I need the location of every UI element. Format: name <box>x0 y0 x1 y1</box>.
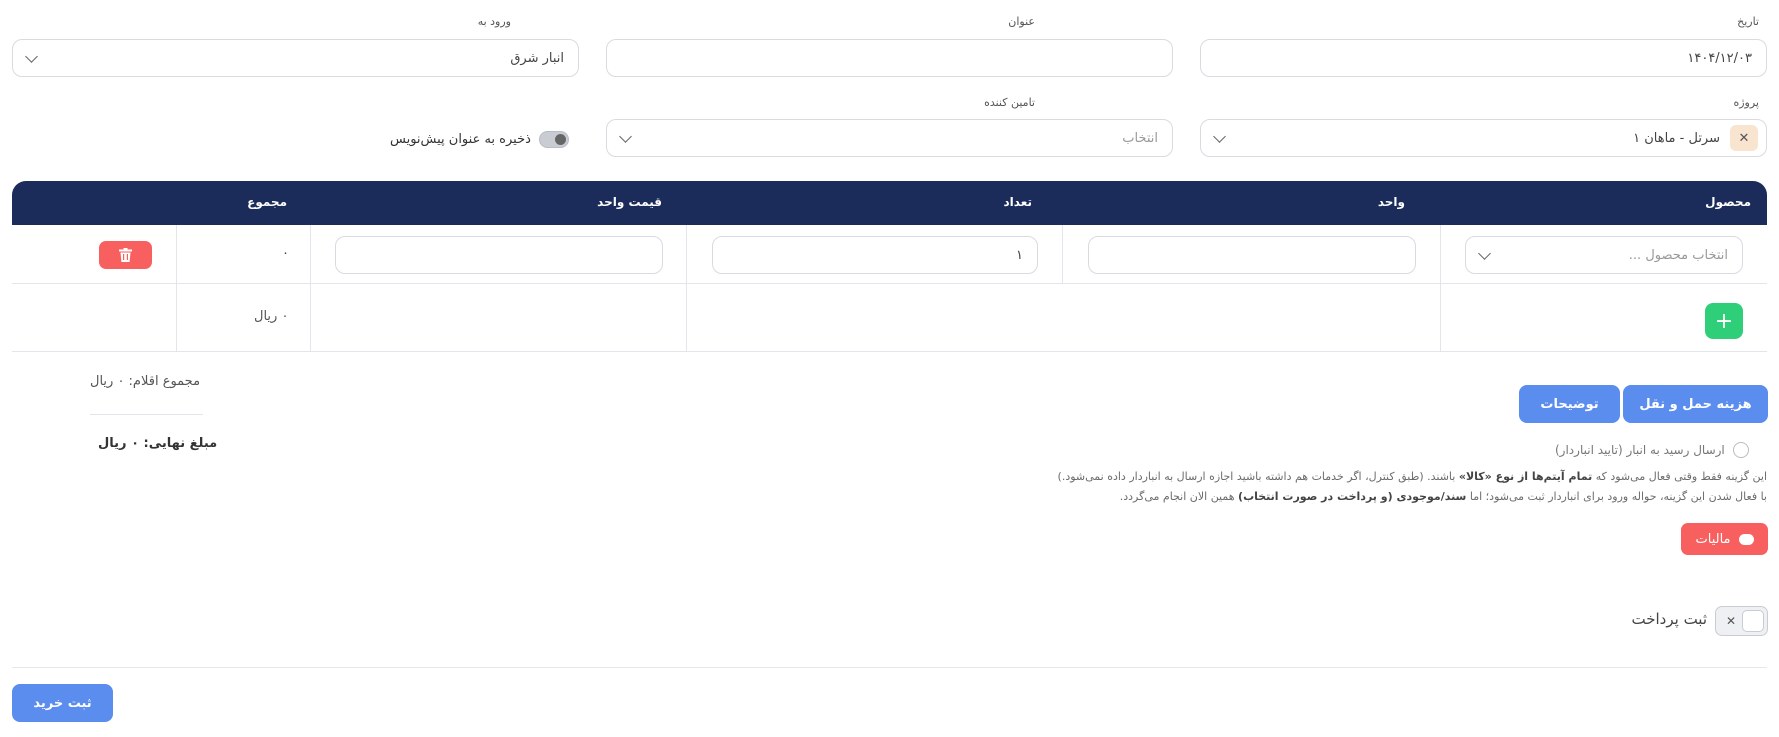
description-button[interactable]: توضیحات <box>1519 385 1620 423</box>
receipt-label: ارسال رسید به انبار (تایید انباردار) <box>1555 443 1725 457</box>
row-total: ۰ <box>282 246 289 261</box>
trash-icon <box>119 248 132 262</box>
payment-label: ثبت پرداخت <box>1631 610 1708 628</box>
shipping-button[interactable]: هزینه حمل و نقل <box>1623 385 1768 423</box>
final-amount: مبلغ نهایی: ۰ ریال <box>98 436 218 451</box>
draft-toggle-group[interactable]: ذخیره به عنوان پیش‌نویس <box>390 131 569 148</box>
entry-label: ورود به <box>477 15 511 28</box>
date-value: ۱۴۰۴/۱۲/۰۳ <box>1687 50 1752 66</box>
unit-input[interactable] <box>1088 236 1416 274</box>
header-unit-price: قیمت واحد <box>597 195 662 209</box>
summary-divider <box>90 414 203 415</box>
footer-total: ۰ ریال <box>254 309 289 324</box>
toggle-knob <box>1742 610 1764 632</box>
header-unit: واحد <box>1377 195 1405 209</box>
project-select[interactable]: ✕ سرتل - ماهان ۱ <box>1200 119 1767 157</box>
product-placeholder: انتخاب محصول ... <box>1628 247 1728 263</box>
title-label: عنوان <box>1008 15 1035 28</box>
add-row-button[interactable]: + <box>1705 303 1743 339</box>
project-label: پروژه <box>1733 96 1759 109</box>
receipt-note-2: با فعال شدن این گزینه، حواله ورود برای ا… <box>1119 490 1767 503</box>
supplier-select[interactable]: انتخاب <box>606 119 1173 157</box>
quantity-value: ۱ <box>1016 247 1023 263</box>
tax-button[interactable]: مالیات <box>1681 523 1768 555</box>
footer-divider <box>12 667 1767 668</box>
header-quantity: تعداد <box>1003 195 1032 209</box>
plus-icon: + <box>1714 308 1734 334</box>
entry-select[interactable]: انبار شرق <box>12 39 579 77</box>
supplier-placeholder: انتخاب <box>1122 130 1158 146</box>
supplier-label: تامین کننده <box>984 96 1035 109</box>
title-field[interactable] <box>606 39 1173 77</box>
receipt-note-1: این گزینه فقط وقتی فعال می‌شود که تمام آ… <box>1057 470 1767 483</box>
quantity-input[interactable]: ۱ <box>712 236 1038 274</box>
product-select[interactable]: انتخاب محصول ... <box>1465 236 1743 274</box>
date-label: تاریخ <box>1737 15 1759 28</box>
items-total: مجموع اقلام: ۰ ریال <box>90 374 201 389</box>
close-icon: ✕ <box>1726 614 1737 628</box>
draft-label: ذخیره به عنوان پیش‌نویس <box>390 132 531 147</box>
receipt-checkbox[interactable] <box>1732 442 1749 458</box>
header-product: محصول <box>1705 195 1751 209</box>
date-field[interactable]: ۱۴۰۴/۱۲/۰۳ <box>1200 39 1767 77</box>
close-icon: ✕ <box>1738 130 1750 146</box>
project-value: سرتل - ماهان ۱ <box>1633 130 1720 146</box>
header-total: مجموع <box>247 195 287 209</box>
clear-project-button[interactable]: ✕ <box>1730 125 1758 151</box>
table-header: محصول واحد تعداد قیمت واحد مجموع <box>12 181 1767 225</box>
unit-price-input[interactable] <box>335 236 663 274</box>
receipt-checkbox-group[interactable]: ارسال رسید به انبار (تایید انباردار) <box>1555 442 1749 458</box>
delete-row-button[interactable] <box>99 241 152 269</box>
tax-toggle <box>1738 533 1754 545</box>
toggle-knob <box>554 134 566 145</box>
tax-label: مالیات <box>1695 531 1731 547</box>
payment-toggle[interactable]: ✕ <box>1715 606 1768 636</box>
draft-toggle[interactable] <box>538 131 569 148</box>
entry-value: انبار شرق <box>510 50 564 66</box>
submit-purchase-button[interactable]: ثبت خرید <box>12 684 113 722</box>
